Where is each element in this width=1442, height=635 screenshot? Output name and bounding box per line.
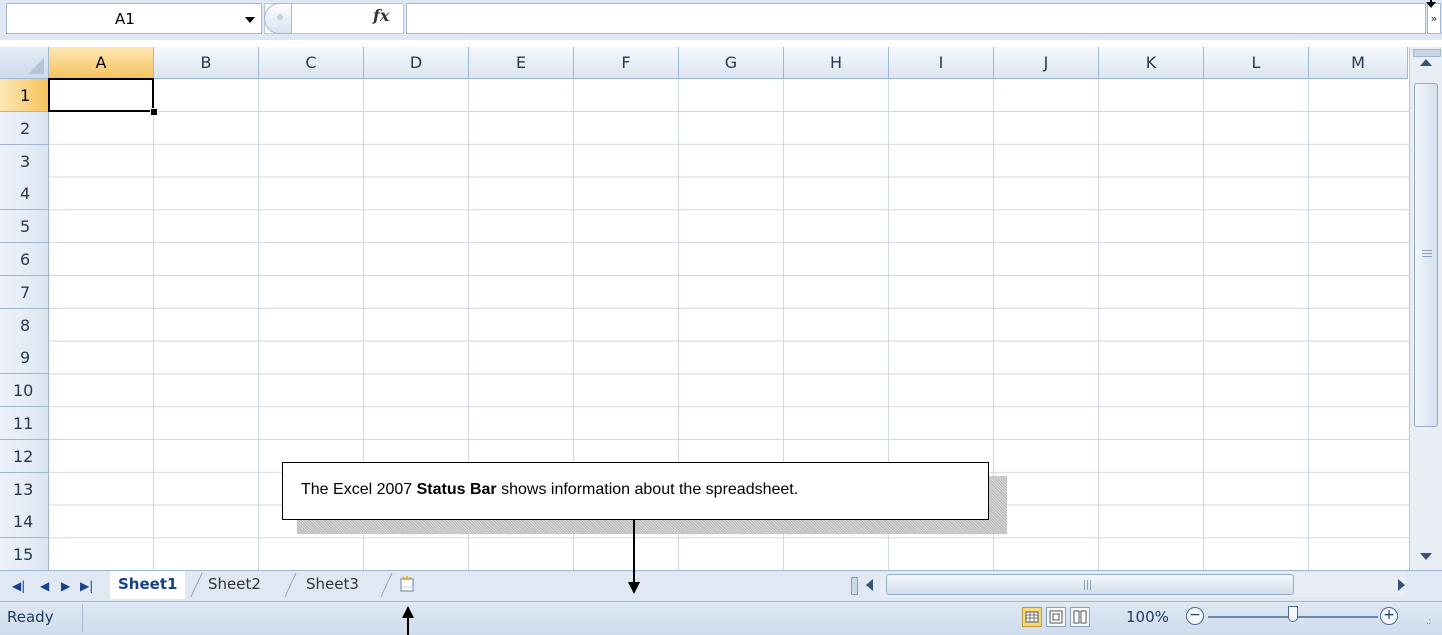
active-cell-a1[interactable] — [48, 78, 154, 112]
fill-handle[interactable] — [150, 108, 158, 116]
row-header-7[interactable]: 7 — [0, 275, 49, 309]
callout-arrow-stem — [633, 520, 635, 584]
zoom-out-button[interactable]: − — [1186, 607, 1204, 625]
column-header-i[interactable]: I — [889, 47, 994, 79]
prev-sheet-icon[interactable]: ◀ — [40, 579, 49, 593]
row-header-8[interactable]: 8 — [0, 308, 49, 342]
plus-icon: + — [1383, 607, 1395, 623]
scroll-up-arrow-icon[interactable] — [1420, 59, 1432, 66]
page-break-icon — [1073, 610, 1087, 624]
first-sheet-icon[interactable]: ◀| — [12, 579, 25, 593]
column-header-e[interactable]: E — [469, 47, 574, 79]
status-bar-callout: The Excel 2007 Status Bar shows informat… — [282, 462, 989, 520]
vertical-scrollbar[interactable] — [1409, 47, 1442, 570]
row-header-13[interactable]: 13 — [0, 472, 49, 506]
row-header-15[interactable]: 15 — [0, 538, 49, 572]
column-header-m[interactable]: M — [1309, 47, 1408, 79]
callout-arrow-head-up — [402, 606, 414, 618]
row-header-6[interactable]: 6 — [0, 243, 49, 276]
zoom-level-button[interactable]: 100% — [1126, 608, 1169, 626]
column-header-f[interactable]: F — [574, 47, 679, 79]
horizontal-split-box[interactable] — [851, 577, 858, 595]
formula-bar: A1 fx » — [0, 0, 1442, 40]
column-header-k[interactable]: K — [1099, 47, 1204, 79]
select-all-triangle-icon — [28, 58, 44, 74]
zoom-in-button[interactable]: + — [1380, 607, 1398, 625]
row-header-10[interactable]: 10 — [0, 374, 49, 408]
page-layout-icon — [1049, 610, 1063, 624]
name-box-value: A1 — [115, 10, 135, 28]
tab-separator — [284, 573, 297, 597]
tab-separator — [380, 573, 393, 597]
column-header-l[interactable]: L — [1204, 47, 1309, 79]
callout-text-part: The Excel 2007 — [301, 481, 417, 498]
status-bar: Ready 100% − + .: — [0, 601, 1442, 635]
zoom-slider-thumb[interactable] — [1288, 606, 1298, 622]
vertical-scroll-thumb[interactable] — [1414, 83, 1438, 427]
callout-arrow-head-top — [1426, 2, 1436, 8]
row-header-5[interactable]: 5 — [0, 210, 49, 244]
tab-sheet1[interactable]: Sheet1 — [110, 571, 186, 599]
last-sheet-icon[interactable]: ▶| — [80, 579, 93, 593]
scroll-right-arrow-icon[interactable] — [1398, 579, 1405, 591]
row-header-4[interactable]: 4 — [0, 177, 49, 211]
page-break-preview-button[interactable] — [1070, 607, 1090, 627]
sheet-tabs-bar: ◀| ◀ ▶ ▶| Sheet1 Sheet2 Sheet3 — [0, 570, 1442, 601]
column-header-j[interactable]: J — [994, 47, 1099, 79]
insert-worksheet-icon[interactable] — [398, 575, 416, 593]
page-layout-view-button[interactable] — [1046, 607, 1066, 627]
scroll-left-arrow-icon[interactable] — [866, 579, 873, 591]
status-text: Ready — [7, 608, 54, 626]
horizontal-grip-icon — [1084, 580, 1093, 590]
status-divider — [82, 604, 83, 632]
tab-sheet3[interactable]: Sheet3 — [298, 571, 367, 597]
scroll-down-arrow-icon[interactable] — [1420, 553, 1432, 560]
insert-function-button[interactable]: fx — [373, 6, 389, 25]
column-header-a[interactable]: A — [49, 47, 154, 79]
normal-view-icon — [1025, 611, 1039, 623]
normal-view-button[interactable] — [1022, 607, 1042, 627]
row-header-14[interactable]: 14 — [0, 505, 49, 539]
callout-arrow-stem-bottom — [407, 615, 409, 635]
tab-sheet2[interactable]: Sheet2 — [200, 571, 269, 597]
window-resize-grip-icon[interactable]: .: — [1426, 616, 1431, 627]
row-header-12[interactable]: 12 — [0, 439, 49, 473]
callout-text-bold: Status Bar — [416, 481, 497, 498]
callout-arrow-head-down — [628, 582, 640, 594]
callout-text: The Excel 2007 Status Bar shows informat… — [301, 481, 798, 499]
row-header-9[interactable]: 9 — [0, 341, 49, 375]
callout-text-part: shows information about the spreadsheet. — [496, 481, 799, 498]
formula-input[interactable] — [406, 3, 1426, 34]
row-header-11[interactable]: 11 — [0, 407, 49, 440]
column-header-g[interactable]: G — [679, 47, 784, 79]
scroll-grip-icon — [1422, 250, 1432, 259]
minus-icon: − — [1189, 607, 1201, 623]
column-header-h[interactable]: H — [784, 47, 889, 79]
name-box-dropdown-icon[interactable] — [245, 17, 255, 23]
row-header-1[interactable]: 1 — [0, 79, 49, 112]
formula-bar-dot-icon — [277, 14, 283, 20]
column-header-b[interactable]: B — [154, 47, 259, 79]
vertical-split-box[interactable] — [1413, 49, 1441, 57]
column-header-d[interactable]: D — [364, 47, 469, 79]
select-all-button[interactable] — [0, 47, 49, 79]
name-box[interactable]: A1 — [6, 3, 262, 34]
row-header-2[interactable]: 2 — [0, 111, 49, 145]
row-header-3[interactable]: 3 — [0, 144, 49, 178]
column-header-c[interactable]: C — [259, 47, 364, 79]
double-chevron-down-icon: » — [1430, 12, 1438, 25]
next-sheet-icon[interactable]: ▶ — [61, 579, 70, 593]
